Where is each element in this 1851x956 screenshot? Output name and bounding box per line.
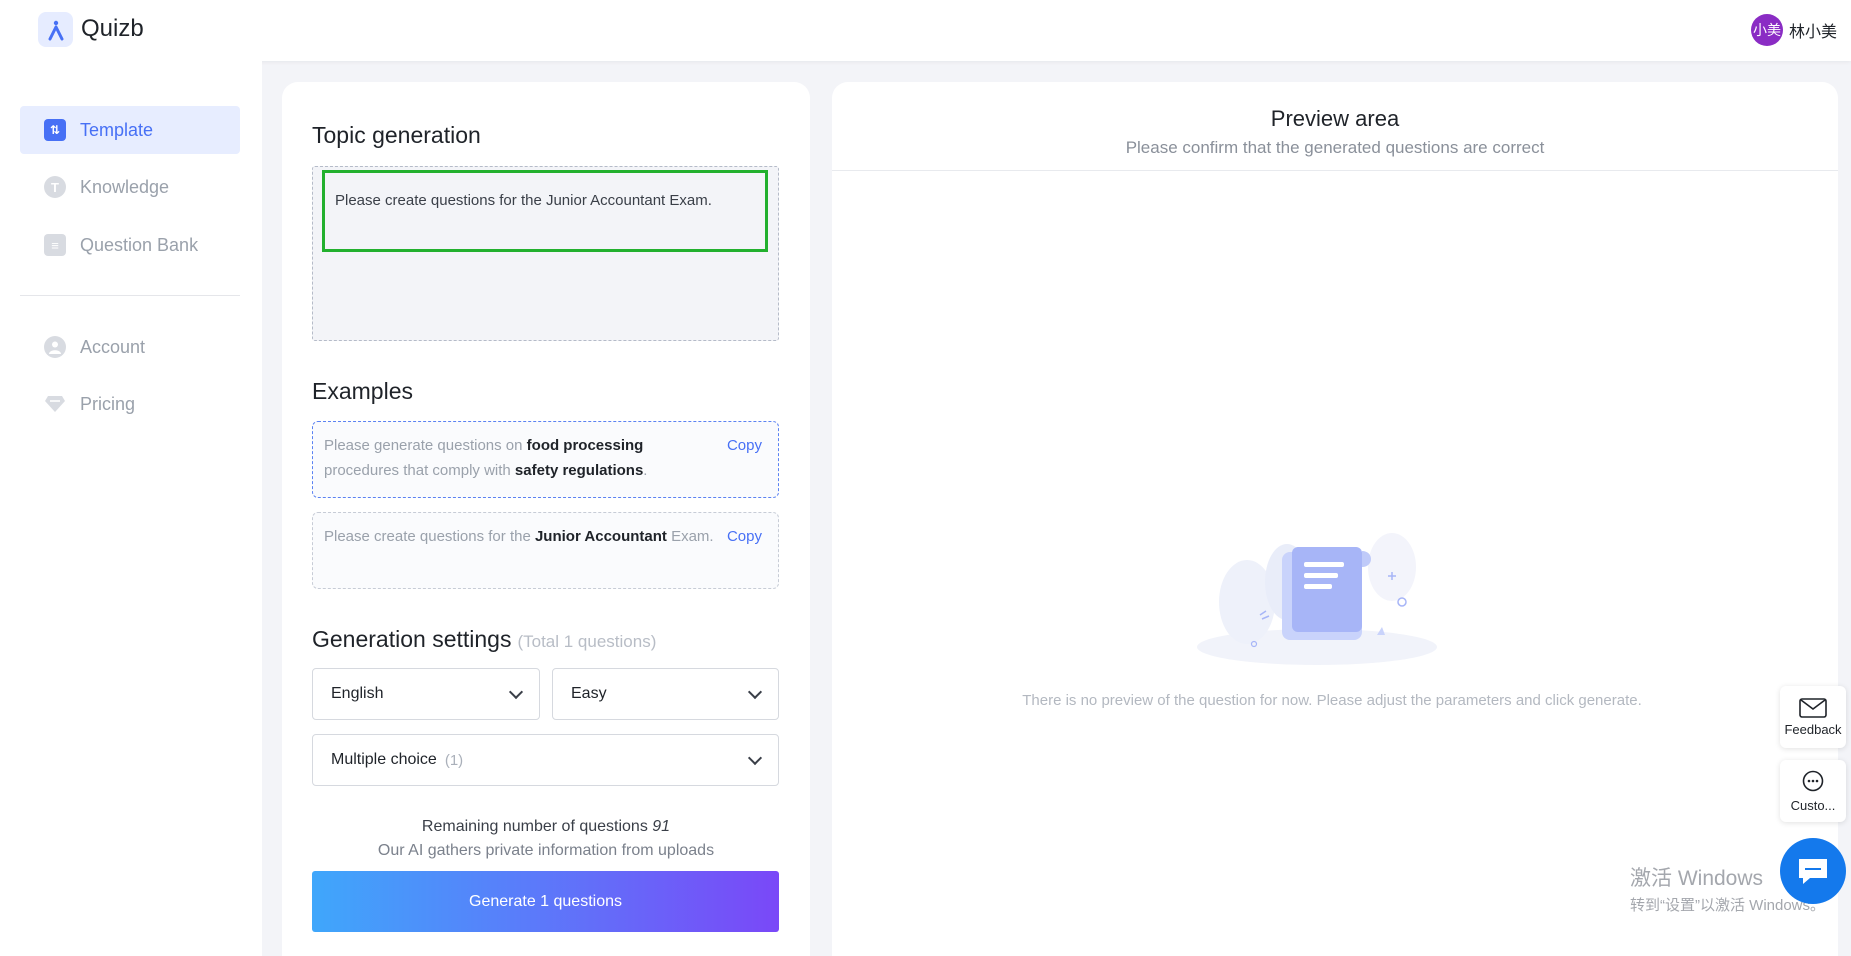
topic-input[interactable]: Please create questions for the Junior A… bbox=[322, 170, 768, 252]
preview-panel: Preview area Please confirm that the gen… bbox=[832, 82, 1838, 956]
topic-textarea-box[interactable]: Please create questions for the Junior A… bbox=[312, 166, 779, 341]
language-value: English bbox=[331, 685, 384, 702]
chevron-down-icon bbox=[747, 684, 763, 700]
settings-title-text: Generation settings bbox=[312, 626, 512, 652]
example-text: Exam. bbox=[666, 528, 714, 545]
example-keyword: Junior Accountant bbox=[534, 528, 667, 545]
preview-subtitle: Please confirm that the generated questi… bbox=[1125, 138, 1545, 157]
copy-button[interactable]: Copy bbox=[727, 524, 762, 549]
example-card[interactable]: Please create questions for the Junior A… bbox=[312, 512, 779, 589]
question-type-count: (1) bbox=[444, 751, 464, 769]
feedback-label: Feedback bbox=[1784, 721, 1842, 737]
account-icon bbox=[44, 336, 66, 358]
difficulty-select[interactable]: Easy bbox=[552, 668, 779, 720]
generation-settings-title: Generation settings (Total 1 questions) bbox=[312, 626, 656, 653]
chevron-down-icon bbox=[747, 750, 763, 766]
sidebar-item-label: Template bbox=[80, 119, 154, 140]
topic-generation-title: Topic generation bbox=[312, 122, 481, 148]
example-text: procedures that comply with bbox=[324, 462, 515, 479]
sidebar-item-question-bank[interactable]: ≡ Question Bank bbox=[20, 221, 240, 269]
total-questions: (Total 1 questions) bbox=[517, 632, 657, 651]
example-card[interactable]: Please generate questions on food proces… bbox=[312, 421, 779, 498]
top-header: Quizb 小美 林小美 bbox=[0, 0, 1851, 61]
brand-name[interactable]: Quizb bbox=[81, 15, 144, 43]
example-text: Please create questions for the bbox=[324, 528, 535, 545]
user-name[interactable]: 林小美 bbox=[1789, 18, 1837, 42]
language-select[interactable]: English bbox=[312, 668, 540, 720]
example-keyword: food processing bbox=[526, 437, 644, 454]
sidebar-item-knowledge[interactable]: T Knowledge bbox=[20, 163, 240, 211]
customer-service-label: Custo... bbox=[1790, 797, 1836, 813]
customer-service-button[interactable]: Custo... bbox=[1780, 760, 1846, 822]
chevron-down-icon bbox=[508, 684, 524, 700]
mail-icon bbox=[1799, 697, 1827, 718]
privacy-note: Our AI gathers private information from … bbox=[377, 842, 715, 859]
question-type-value: Multiple choice bbox=[331, 751, 437, 768]
example-text: Please generate questions on bbox=[324, 437, 527, 454]
feedback-button[interactable]: Feedback bbox=[1780, 686, 1846, 748]
sidebar: ⇅ Template T Knowledge ≡ Question Bank A… bbox=[0, 61, 262, 956]
quizb-logo-icon[interactable] bbox=[38, 12, 73, 47]
knowledge-icon: T bbox=[44, 176, 66, 198]
sidebar-item-label: Pricing bbox=[80, 393, 136, 414]
empty-document-icon bbox=[1197, 533, 1437, 665]
example-text: . bbox=[643, 462, 648, 479]
sidebar-item-account[interactable]: Account bbox=[20, 323, 240, 371]
question-bank-icon: ≡ bbox=[44, 234, 66, 256]
remaining-questions: Remaining number of questions 91 bbox=[282, 818, 810, 836]
live-chat-button[interactable] bbox=[1780, 838, 1846, 904]
preview-divider bbox=[832, 170, 1838, 171]
copy-button[interactable]: Copy bbox=[727, 433, 762, 458]
sidebar-divider bbox=[20, 295, 240, 296]
sidebar-item-label: Account bbox=[80, 336, 146, 357]
empty-preview-message: There is no preview of the question for … bbox=[1022, 692, 1642, 709]
sidebar-item-template[interactable]: ⇅ Template bbox=[20, 106, 240, 154]
remaining-label: Remaining number of questions bbox=[421, 818, 648, 835]
pricing-icon bbox=[44, 393, 66, 415]
generation-panel: Topic generation Please create questions… bbox=[282, 82, 810, 956]
sidebar-item-label: Knowledge bbox=[80, 176, 170, 197]
remaining-count: 91 bbox=[652, 818, 671, 835]
preview-title: Preview area bbox=[1270, 106, 1400, 131]
message-icon bbox=[1799, 859, 1827, 884]
examples-title: Examples bbox=[312, 378, 413, 404]
avatar[interactable]: 小美 bbox=[1750, 14, 1783, 46]
difficulty-value: Easy bbox=[571, 685, 607, 702]
sidebar-item-pricing[interactable]: Pricing bbox=[20, 380, 240, 428]
question-type-select[interactable]: Multiple choice (1) bbox=[312, 734, 779, 786]
example-keyword: safety regulations bbox=[514, 462, 644, 479]
sidebar-item-label: Question Bank bbox=[80, 234, 199, 255]
user-menu[interactable]: 小美 林小美 bbox=[1750, 14, 1837, 46]
chat-bubble-icon bbox=[1802, 770, 1824, 791]
generate-button[interactable]: Generate 1 questions bbox=[312, 871, 779, 932]
template-icon: ⇅ bbox=[44, 119, 66, 141]
